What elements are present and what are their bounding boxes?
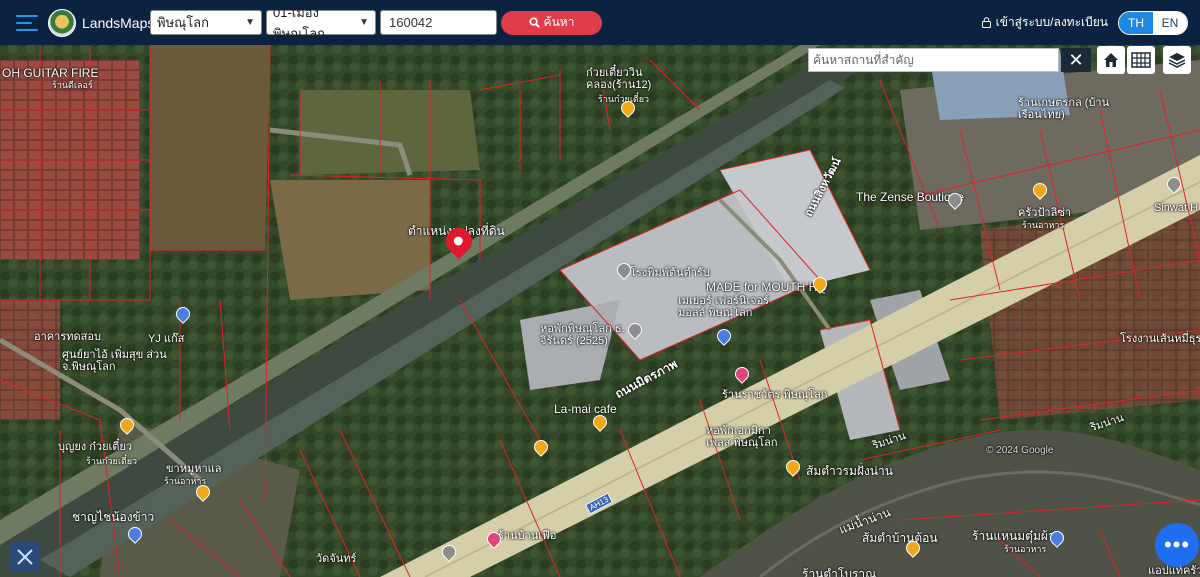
map-label-kaong: ครัวป้าลิซ่า <box>1018 207 1071 219</box>
place-search-input[interactable]: ค้นหาสถานที่สำคัญ <box>808 48 1059 72</box>
map-label-somtam2: ส้มตำบ้านต้อน <box>862 531 938 545</box>
clear-search-button[interactable]: ✕ <box>1061 48 1091 72</box>
map-label-bakan: ร้านบ้านเฟือ <box>498 530 557 542</box>
lock-icon <box>981 17 991 28</box>
district-select-value: 01-เมืองพิษณุโลก <box>273 4 326 41</box>
map-label-sinwat: Sinwat H <box>1154 202 1199 214</box>
search-icon <box>529 17 540 28</box>
map-label-kaneng: ร้านเกษตรกล (บ้านเรือนไทย) <box>1018 97 1110 121</box>
map-label-guitar: OH GUITAR FIRE <box>2 66 99 80</box>
login-link[interactable]: เข้าสู่ระบบ/ลงทะเบียน <box>981 13 1108 32</box>
map-label-warehouse: โรงงานเส้นหมี่ธุรกิจ <box>1120 333 1200 345</box>
measure-tool-button[interactable] <box>10 542 40 572</box>
map-label-samtam: ส้มตำวรมฝั่งน่าน <box>806 464 893 478</box>
district-select[interactable]: 01-เมืองพิษณุโลก ▼ <box>266 5 376 41</box>
home-icon <box>1104 53 1118 67</box>
search-button[interactable]: ค้นหา <box>501 10 602 35</box>
landsmaps-logo <box>48 8 76 37</box>
home-button[interactable] <box>1097 46 1125 74</box>
province-select-value: พิษณุโลก <box>157 15 210 30</box>
map-label-pharmacy: ศูนย์ยาไอ้ เพิ่มสุข ส่วน จ.พิษณุโลก <box>62 349 167 373</box>
map-label-yj: YJ แก๊ส <box>148 333 185 345</box>
map-label-riverside-shop: ร้านแหนมตุ๋มผ้า <box>972 529 1055 543</box>
map-label-wat: วัดจันทร์ <box>316 553 357 565</box>
grid-icon <box>1131 52 1151 68</box>
map-label-ratchawat: ร้านราชวัตร พิษณุโลก <box>722 389 828 401</box>
province-select[interactable]: พิษณุโลก ▼ <box>150 10 262 35</box>
map-label-samoh: ขาหมูหาแล <box>166 463 222 475</box>
hamburger-menu-icon[interactable] <box>16 14 38 31</box>
login-label: เข้าสู่ระบบ/ลงทะเบียน <box>995 15 1108 29</box>
map-label-boonyong: บุญยง ก๋วยเตี๋ยว <box>58 441 133 453</box>
map-label-lab: อาคารทดสอบ <box>34 331 101 343</box>
map-label-sukko: ร้านตำโบราณ <box>802 567 877 577</box>
top-navigation-bar: LandsMaps พิษณุโลก ▼ 01-เมืองพิษณุโลก ▼ … <box>0 0 1200 45</box>
map-label-riverside-sub: ร้านอาหาร <box>1004 544 1047 554</box>
map-label-boonyong-sub: ร้านก๋วยเตี๋ยว <box>86 456 138 466</box>
grid-button[interactable] <box>1127 46 1155 74</box>
chevron-down-icon: ▼ <box>359 17 369 28</box>
chevron-down-icon: ▼ <box>245 17 255 28</box>
layers-icon <box>1168 53 1186 68</box>
map-label-chaiyo: ชาญไชน้องข้าว <box>72 510 155 524</box>
brand-name: LandsMaps <box>82 14 155 31</box>
map-label-noodle: ก๋วยเตี๋ยววิน คลอง(ร้าน12) <box>586 67 652 91</box>
map-label-mouth: MADE for MOUTH HQ <box>706 280 827 294</box>
more-options-button[interactable]: ••• <box>1155 523 1199 567</box>
lang-th-button[interactable]: TH <box>1119 11 1153 34</box>
language-toggle: TH EN <box>1118 10 1188 35</box>
map-label-kaong-sub: ร้านอาหาร <box>1022 220 1065 230</box>
map-label-guitar-sub: ร้านดีเลอร์ <box>52 80 93 90</box>
parcel-number-input[interactable]: 160042 <box>380 10 497 35</box>
map-label-printing: โรงพิมพ์ต้นตำรับ <box>630 267 710 279</box>
map-label-lamai: La-mai cafe <box>554 402 617 416</box>
satellite-map[interactable]: OH GUITAR FIRE ร้านดีเลอร์ ก๋วยเตี๋ยววิน… <box>0 45 1200 577</box>
map-label-dorm: หอพักพิษณุโลก ธ. จิรันดร์ (2525) <box>540 323 625 347</box>
google-copyright: © 2024 Google <box>986 445 1054 456</box>
ruler-icon <box>17 549 33 565</box>
search-button-label: ค้นหา <box>543 15 575 29</box>
lang-en-button[interactable]: EN <box>1153 11 1187 34</box>
map-label-mayer: เมเยอร์ เฟอร์นิเจอร์ มอลล์ พิษณุโลก <box>678 295 770 319</box>
map-label-dormitory2: หอพักเอกมิกา เพลส พิษณุโลก <box>706 425 778 449</box>
layers-button[interactable] <box>1163 46 1191 74</box>
